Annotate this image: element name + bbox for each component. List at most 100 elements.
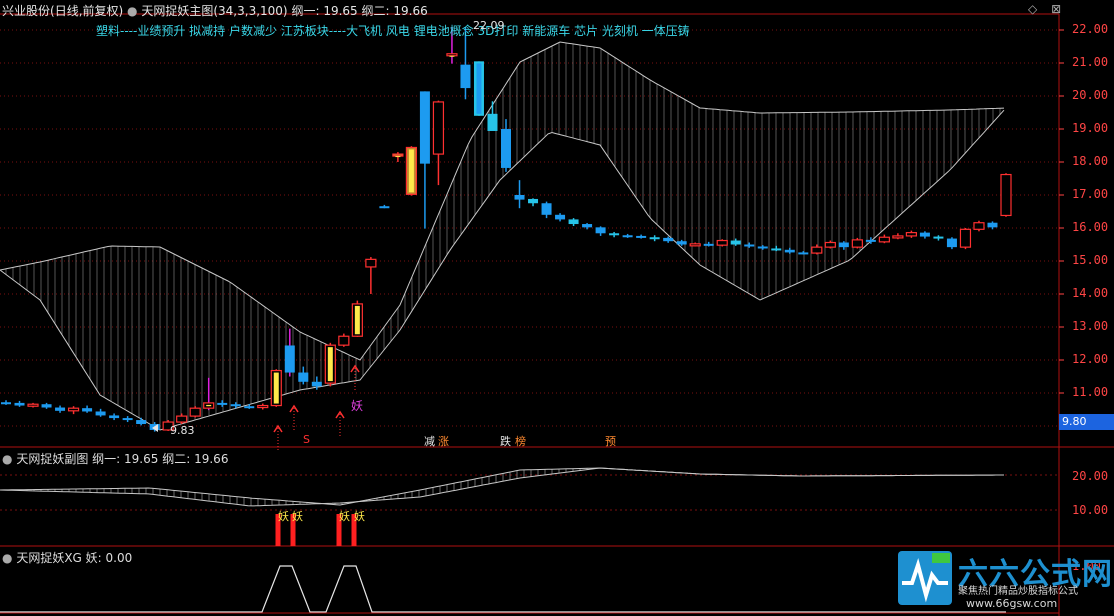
ytick-15.00: 15.00	[1072, 253, 1109, 267]
candle-down	[244, 406, 255, 409]
xg-toggle-icon[interactable]: ●	[2, 551, 12, 565]
sub-yao-1: 妖	[278, 510, 289, 523]
envelope-upper-line	[0, 41, 1005, 361]
window-controls: ◇ ⊠	[1028, 2, 1061, 16]
main-indicator-params: (34,3,3,100)	[213, 4, 288, 18]
l2-value: 19.66	[393, 4, 428, 18]
sub-l2-value: 19.66	[194, 452, 229, 466]
candle-down	[487, 113, 498, 131]
candle-up	[689, 243, 701, 247]
candle-down	[649, 237, 660, 240]
l2-label: 纲二:	[361, 4, 390, 18]
candle-down	[622, 235, 633, 238]
candle-down	[1, 402, 11, 405]
sub-l1-label: 纲一:	[92, 452, 121, 466]
stock-mode: (日线,前复权)	[50, 4, 124, 18]
sub-toggle-icon[interactable]: ●	[2, 452, 12, 466]
close-icon[interactable]: ⊠	[1051, 2, 1061, 16]
sub-yao-2: 妖	[292, 510, 303, 523]
candle-down	[122, 418, 133, 421]
ytick-19.00: 19.00	[1072, 121, 1109, 135]
candle-up	[27, 403, 39, 407]
candle-down	[311, 381, 322, 387]
ytick-11.00: 11.00	[1072, 385, 1109, 399]
candle-down	[636, 235, 647, 238]
candle-highlight	[273, 372, 279, 404]
concept-tags: 塑料----业绩预升 拟减持 户数减少 江苏板块----大飞机 风电 锂电池概念…	[96, 24, 690, 38]
brand-url: www.66gsw.com	[966, 597, 1058, 610]
main-indicator-name[interactable]: 天网捉妖主图	[141, 4, 213, 18]
sub-l1-value: 19.65	[124, 452, 159, 466]
stock-name: 兴业股份	[2, 4, 51, 18]
ytick-17.00: 17.00	[1072, 187, 1109, 201]
candle-down	[744, 244, 755, 247]
sub-indicator-name[interactable]: 天网捉妖副图	[16, 452, 88, 466]
candle-highlight	[476, 63, 482, 114]
candle-up	[811, 246, 823, 254]
sub-yao-4: 妖	[354, 510, 365, 523]
xg-indicator-name[interactable]: 天网捉妖XG	[16, 551, 82, 565]
candle-up	[446, 53, 458, 57]
candle-down	[460, 64, 471, 89]
candle-down	[541, 203, 552, 215]
candle-up	[716, 239, 728, 246]
candle-up	[365, 258, 377, 268]
candle-down	[771, 248, 782, 251]
candle-highlight	[408, 149, 414, 193]
candle-down	[987, 222, 998, 228]
candle-down	[568, 219, 579, 225]
sub-l2-label: 纲二:	[162, 452, 191, 466]
candle-down	[582, 224, 593, 228]
candle-down	[217, 402, 228, 405]
watermark-logo: 六六公式网 聚焦热门精品炒股指标公式 www.66gsw.com	[896, 547, 1114, 616]
candle-down	[136, 420, 147, 425]
candle-down	[784, 249, 795, 253]
candle-highlight	[449, 55, 455, 57]
candle-up	[824, 241, 836, 248]
candle-down	[55, 407, 66, 411]
candle-down	[865, 239, 876, 242]
candle-up	[1000, 173, 1012, 217]
candle-up	[257, 404, 269, 409]
candle-down	[933, 236, 944, 239]
candle-down	[109, 415, 120, 419]
candle-highlight	[395, 156, 401, 158]
candle-down	[946, 238, 957, 248]
candle-down	[230, 404, 241, 407]
diamond-icon[interactable]: ◇	[1028, 2, 1037, 16]
signal-s: S	[303, 433, 310, 446]
candle-down	[41, 404, 52, 408]
candle-highlight	[327, 347, 333, 382]
signal-die: 跌	[500, 435, 511, 448]
main-panel-title: 兴业股份(日线,前复权) ● 天网捉妖主图(34,3,3,100) 纲一: 19…	[2, 2, 428, 19]
signal-bang: 榜	[515, 435, 526, 448]
candle-up	[851, 239, 863, 248]
low-price-label: 9.83	[170, 424, 195, 437]
ytick-18.00: 18.00	[1072, 154, 1109, 168]
signal-jian: 减	[424, 435, 435, 448]
ytick-14.00: 14.00	[1072, 286, 1109, 300]
xg-value: 0.00	[105, 551, 133, 565]
candle-down	[82, 408, 93, 412]
ytick-12.00: 12.00	[1072, 352, 1109, 366]
indicator-toggle-icon[interactable]: ●	[127, 4, 137, 18]
xg-signal-line	[0, 565, 1006, 613]
candle-down	[703, 243, 714, 246]
candle-down	[379, 206, 390, 209]
xg-panel-title: ● 天网捉妖XG 妖: 0.00	[2, 549, 132, 566]
candle-down	[555, 214, 566, 220]
candle-down	[528, 198, 539, 204]
signal-zhang: 涨	[438, 435, 449, 448]
candle-down	[663, 237, 674, 242]
candle-up	[392, 153, 404, 157]
candle-down	[676, 241, 687, 245]
candle-down	[919, 232, 930, 237]
sub-ytick-20: 20.00	[1072, 469, 1109, 483]
candle-highlight	[503, 131, 509, 166]
ytick-16.00: 16.00	[1072, 220, 1109, 234]
sub-yao-3: 妖	[339, 510, 350, 523]
candle-down	[95, 411, 106, 416]
candle-down	[14, 402, 25, 406]
sub-ytick-10: 10.00	[1072, 503, 1109, 517]
last-price-badge: 9.80	[1059, 414, 1114, 430]
